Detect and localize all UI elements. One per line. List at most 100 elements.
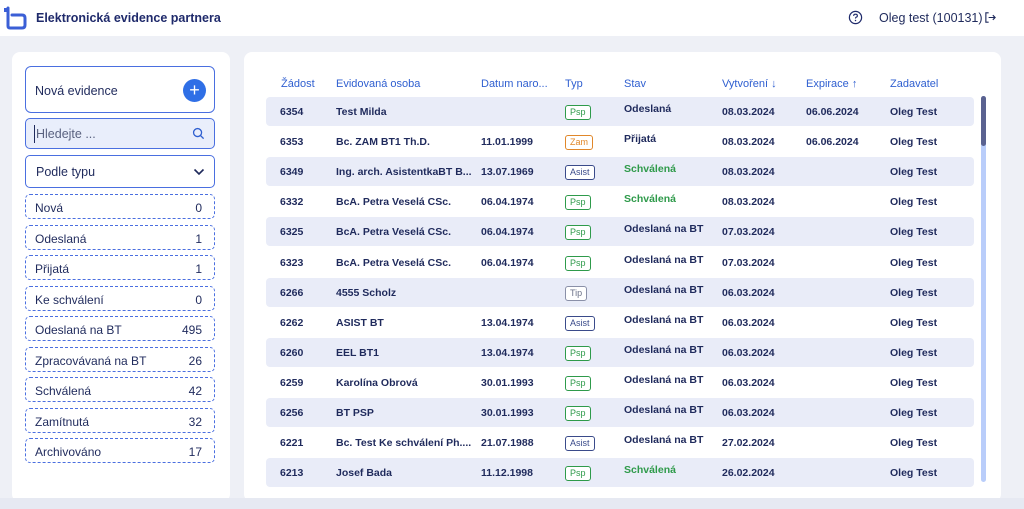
cell-expirace: 06.06.2024 [806,106,859,118]
type-badge: Zam [565,135,593,151]
cell-zadost: 6221 [280,437,304,450]
status-filter-item[interactable]: Nová 0 [25,194,215,219]
search-input[interactable] [34,125,184,143]
cell-zadavatel: Oleg Test [890,316,938,329]
top-bar: Elektronická evidence partnera Oleg test… [0,0,1024,36]
status-filter-item[interactable]: Přijatá 1 [25,255,215,280]
help-icon[interactable] [848,10,863,25]
cell-datum: 30.01.1993 [481,407,534,419]
cell-zadost: 6259 [280,376,304,389]
logout-icon[interactable] [984,11,997,24]
status-filter-label: Ke schválení [35,292,104,307]
cell-stav: Odeslaná na BT [624,283,704,296]
table-row[interactable]: 6332 BcA. Petra Veselá CSc. 06.04.1974 Schv… [266,187,974,216]
cell-datum: 06.04.1974 [481,256,534,269]
type-badge: Asist [565,436,595,452]
table-row[interactable]: 6259 Karolína Obrová 30.01.1993 Odeslaná na… [266,368,974,397]
table-row[interactable]: 6354 Test Milda Odeslaná 08.03.2024 06.06.20… [266,97,974,126]
cell-vytvoreni: 06.03.2024 [722,286,775,299]
cell-vytvoreni: 08.03.2024 [722,166,775,179]
cell-datum: 21.07.1988 [481,437,534,450]
status-filter-item[interactable]: Odeslaná 1 [25,224,215,250]
column-header-osoba[interactable]: Evidovaná osoba [336,78,420,90]
status-filter-count: 1 [195,262,202,276]
table-row[interactable]: 6221 Bc. Test Ke schválení Ph.... 21.07.19… [266,428,974,457]
table-row[interactable]: 6323 BcA. Petra Veselá CSc. 06.04.1974 Odes… [266,248,974,277]
column-header-datum[interactable]: Datum naro... [481,78,548,90]
cell-zadost: 6349 [280,166,304,179]
cell-datum: 13.04.1974 [481,346,534,359]
new-evidence-card[interactable]: Nová evidence + [25,66,215,113]
status-filter-item[interactable]: Ke schválení 0 [25,285,215,311]
search-icon[interactable] [192,127,205,140]
cell-zadost: 6332 [280,196,304,209]
status-filter-count: 1 [195,231,202,246]
cell-osoba: BT PSP [336,407,374,419]
status-filter-label: Odeslaná [35,231,87,246]
cell-zadost: 6256 [280,407,304,419]
column-header-zadost[interactable]: Žádost [281,78,315,90]
status-filter-item[interactable]: Odeslaná na BT 495 [25,316,215,341]
column-header-expirace[interactable]: Expirace ↑ [806,78,857,90]
cell-vytvoreni: 26.02.2024 [722,467,775,480]
scrollbar-thumb[interactable] [981,96,986,146]
cell-vytvoreni: 06.03.2024 [722,346,775,359]
status-filter-count: 0 [195,292,202,307]
table-row[interactable]: 6349 Ing. arch. AsistentkaBT B... 13.07.19… [266,157,974,187]
column-header-stav[interactable]: Stav [624,78,646,90]
cell-vytvoreni: 08.03.2024 [722,106,775,118]
table-row[interactable]: 6260 EEL BT1 13.04.1974 Odeslaná na BT 06.03… [266,337,974,367]
column-header-zadavatel[interactable]: Zadavatel [890,78,938,90]
status-filter-count: 32 [188,414,202,429]
type-badge: Psp [565,466,591,482]
table-row[interactable]: 6262 ASIST BT 13.04.1974 Odeslaná na BT 06.0… [266,308,974,337]
cell-vytvoreni: 27.02.2024 [722,437,775,450]
column-header-vytvoreni[interactable]: Vytvoření ↓ [722,78,777,90]
type-badge: Tip [565,285,588,301]
type-filter-select[interactable]: Podle typu [25,155,215,188]
cell-osoba: Bc. Test Ke schválení Ph.... [336,437,472,450]
status-filter-label: Přijatá [35,262,70,276]
table-scrollbar[interactable] [981,96,986,482]
cell-stav: Odeslaná na BT [624,434,704,447]
search-box [25,118,215,149]
cell-stav: Odeslaná na BT [624,253,704,266]
status-filter-item[interactable]: Zpracovávaná na BT 26 [25,346,215,372]
table-row[interactable]: 6353 Bc. ZAM BT1 Th.D. 11.01.1999 Přijatá 08… [266,127,974,156]
cell-stav: Odeslaná na BT [624,373,704,386]
cell-vytvoreni: 08.03.2024 [722,136,775,149]
type-badge: Psp [565,195,591,211]
cell-vytvoreni: 07.03.2024 [722,256,775,269]
cell-zadost: 6213 [280,467,304,480]
add-evidence-button[interactable]: + [183,79,206,102]
cell-datum: 11.01.1999 [481,136,533,149]
status-filter-count: 495 [181,323,202,337]
table-row[interactable]: 6256 BT PSP 30.01.1993 Odeslaná na BT 06.03.… [266,398,974,427]
cell-vytvoreni: 06.03.2024 [722,376,775,389]
user-name[interactable]: Oleg test (100131) [879,11,983,25]
cell-osoba: Josef Bada [336,467,393,480]
evidence-table-panel: Žádost Evidovaná osoba Datum naro... Typ… [244,52,1001,502]
cell-datum: 06.04.1974 [481,226,534,239]
cell-zadavatel: Oleg Test [890,376,938,389]
status-filter-item[interactable]: Archivováno 17 [25,438,215,463]
table-row[interactable]: 6213 Josef Bada 11.12.1998 Schválená 26.02.2… [266,458,974,488]
cell-zadost: 6354 [280,106,304,118]
column-header-typ[interactable]: Typ [565,78,583,90]
cell-vytvoreni: 06.03.2024 [722,316,775,329]
type-badge: Psp [565,375,591,391]
app-title: Elektronická evidence partnera [36,11,221,25]
table-row[interactable]: 6325 BcA. Petra Veselá CSc. 06.04.1974 Odes… [266,217,974,247]
table-row[interactable]: 6266 4555 Scholz Odeslaná na BT 06.03.2024 O… [266,277,974,307]
cell-datum: 11.12.1998 [481,467,533,480]
cell-osoba: BcA. Petra Veselá CSc. [336,196,451,209]
type-badge: Psp [565,225,591,241]
cell-zadavatel: Oleg Test [890,467,938,480]
status-filter-label: Zpracovávaná na BT [35,353,147,368]
app-logo-icon [4,6,27,30]
status-filter-item[interactable]: Zamítnutá 32 [25,407,215,433]
cell-zadost: 6325 [280,226,304,239]
status-filter-item[interactable]: Schválená 42 [25,377,215,402]
chevron-down-icon [193,168,205,176]
cell-vytvoreni: 06.03.2024 [722,407,775,419]
